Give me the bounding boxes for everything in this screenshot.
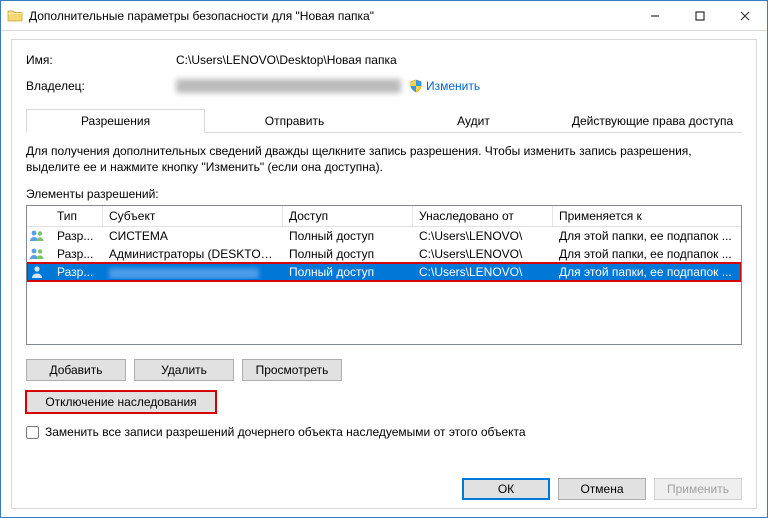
tab-audit[interactable]: Аудит bbox=[384, 109, 563, 133]
name-row: Имя: C:\Users\LENOVO\Desktop\Новая папка bbox=[26, 52, 742, 68]
apply-button[interactable]: Применить bbox=[654, 478, 742, 500]
content-inner: Имя: C:\Users\LENOVO\Desktop\Новая папка… bbox=[11, 39, 757, 509]
titlebar: Дополнительные параметры безопасности дл… bbox=[1, 1, 767, 31]
shield-icon bbox=[409, 79, 423, 93]
permissions-table[interactable]: Тип Субъект Доступ Унаследовано от Приме… bbox=[26, 205, 742, 345]
col-header-inherited[interactable]: Унаследовано от bbox=[413, 206, 553, 226]
remove-button[interactable]: Удалить bbox=[134, 359, 234, 381]
owner-row: Владелец: Изменить bbox=[26, 78, 742, 94]
col-header-icon[interactable] bbox=[27, 206, 51, 226]
button-row-2: Отключение наследования bbox=[26, 391, 742, 413]
add-button[interactable]: Добавить bbox=[26, 359, 126, 381]
maximize-button[interactable] bbox=[677, 1, 722, 30]
table-row[interactable]: Разр... СИСТЕМА Полный доступ C:\Users\L… bbox=[27, 227, 741, 245]
replace-checkbox-label[interactable]: Заменить все записи разрешений дочернего… bbox=[45, 425, 526, 439]
content-outer: Имя: C:\Users\LENOVO\Desktop\Новая папка… bbox=[1, 31, 767, 517]
name-value: C:\Users\LENOVO\Desktop\Новая папка bbox=[176, 53, 397, 67]
col-header-type[interactable]: Тип bbox=[51, 206, 103, 226]
footer-buttons: ОК Отмена Применить bbox=[462, 478, 742, 500]
tab-effective[interactable]: Действующие права доступа bbox=[563, 109, 742, 133]
col-header-applies[interactable]: Применяется к bbox=[553, 206, 741, 226]
change-owner-link[interactable]: Изменить bbox=[426, 79, 480, 93]
tab-share[interactable]: Отправить bbox=[205, 109, 384, 133]
minimize-button[interactable] bbox=[632, 1, 677, 30]
button-row-1: Добавить Удалить Просмотреть bbox=[26, 359, 742, 381]
col-header-access[interactable]: Доступ bbox=[283, 206, 413, 226]
tab-strip: Разрешения Отправить Аудит Действующие п… bbox=[26, 108, 742, 133]
cancel-button[interactable]: Отмена bbox=[558, 478, 646, 500]
permission-entries-label: Элементы разрешений: bbox=[26, 187, 742, 201]
tab-permissions[interactable]: Разрешения bbox=[26, 109, 205, 133]
view-button[interactable]: Просмотреть bbox=[242, 359, 342, 381]
window-title: Дополнительные параметры безопасности дл… bbox=[29, 9, 632, 23]
owner-label: Владелец: bbox=[26, 79, 176, 93]
disable-inheritance-button[interactable]: Отключение наследования bbox=[26, 391, 216, 413]
replace-checkbox[interactable] bbox=[26, 426, 39, 439]
table-row[interactable]: Разр... Администраторы (DESKTOP-... Полн… bbox=[27, 245, 741, 263]
replace-checkbox-row: Заменить все записи разрешений дочернего… bbox=[26, 425, 742, 439]
user-icon bbox=[29, 264, 45, 280]
table-row-selected[interactable]: Разр... Полный доступ C:\Users\LENOVO\ Д… bbox=[27, 263, 741, 281]
description-text: Для получения дополнительных сведений дв… bbox=[26, 143, 742, 175]
folder-icon bbox=[7, 8, 23, 24]
users-icon bbox=[29, 228, 45, 244]
subject-blurred bbox=[109, 268, 259, 279]
ok-button[interactable]: ОК bbox=[462, 478, 550, 500]
table-header: Тип Субъект Доступ Унаследовано от Приме… bbox=[27, 206, 741, 227]
owner-value-blurred bbox=[176, 79, 401, 93]
col-header-subject[interactable]: Субъект bbox=[103, 206, 283, 226]
security-window: Дополнительные параметры безопасности дл… bbox=[0, 0, 768, 518]
close-button[interactable] bbox=[722, 1, 767, 30]
users-icon bbox=[29, 246, 45, 262]
name-label: Имя: bbox=[26, 53, 176, 67]
